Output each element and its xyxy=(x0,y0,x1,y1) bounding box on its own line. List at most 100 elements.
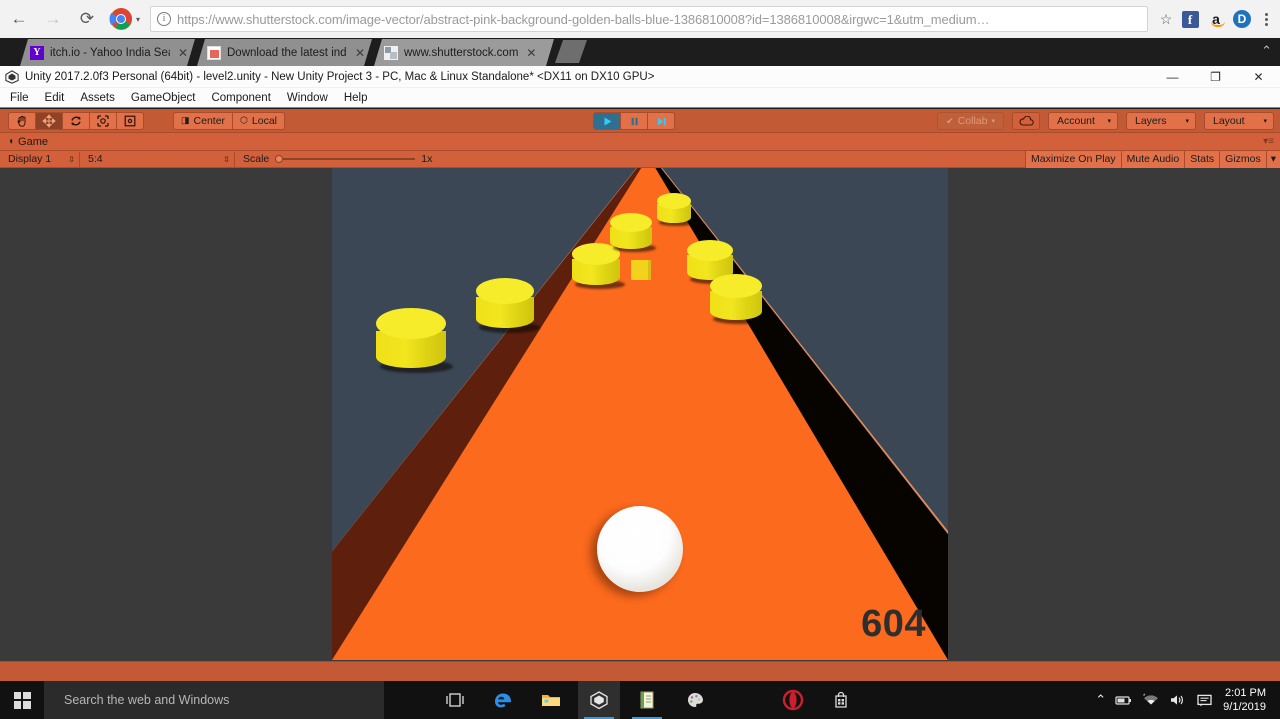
back-button[interactable]: ← xyxy=(4,4,34,34)
menu-gameobject[interactable]: GameObject xyxy=(123,88,204,108)
layers-label: Layers xyxy=(1135,115,1167,127)
pivot-label: Center xyxy=(194,115,226,127)
paint-button[interactable] xyxy=(674,681,716,719)
scale-label: Scale xyxy=(243,153,269,165)
battery-icon[interactable] xyxy=(1115,693,1133,707)
chrome-menu-icon[interactable] xyxy=(1256,7,1276,31)
rect-tool-button[interactable] xyxy=(116,112,144,130)
itch-favicon-icon xyxy=(207,46,221,60)
menu-assets[interactable]: Assets xyxy=(72,88,123,108)
screen-root: ← → ⟳ ▾ i https://www.shutterstock.com/i… xyxy=(0,0,1280,719)
scale-control[interactable]: Scale 1x xyxy=(235,153,432,165)
menu-component[interactable]: Component xyxy=(203,88,278,108)
tab-title: Download the latest indi xyxy=(227,47,347,59)
rotate-tool-button[interactable] xyxy=(62,112,90,130)
dashlane-glyph: D xyxy=(1233,10,1251,28)
file-explorer-button[interactable] xyxy=(530,681,572,719)
task-view-button[interactable] xyxy=(434,681,476,719)
close-button[interactable]: ✕ xyxy=(1237,66,1280,88)
move-tool-button[interactable] xyxy=(35,112,63,130)
gizmos-caret-icon[interactable]: ▾ xyxy=(1266,151,1280,168)
reload-button[interactable]: ⟳ xyxy=(72,4,102,34)
play-button[interactable] xyxy=(593,112,621,130)
facebook-extension-icon[interactable]: f xyxy=(1178,7,1202,31)
tab-close-icon[interactable]: ✕ xyxy=(524,46,538,60)
cylinder-obstacle xyxy=(572,243,620,285)
maximize-on-play-toggle[interactable]: Maximize On Play xyxy=(1025,151,1121,168)
edge-button[interactable] xyxy=(482,681,524,719)
bookmark-star-icon[interactable]: ☆ xyxy=(1154,7,1178,31)
tab-close-icon[interactable]: ✕ xyxy=(353,46,367,60)
chrome-profile-caret-icon[interactable]: ▾ xyxy=(136,15,140,24)
chevron-down-icon: ▾ xyxy=(1185,117,1189,125)
yahoo-favicon-icon: Y xyxy=(30,46,44,60)
browser-tab-3[interactable]: www.shutterstock.com ✕ xyxy=(374,39,554,66)
account-dropdown[interactable]: Account ▾ xyxy=(1048,112,1118,130)
gizmos-toggle[interactable]: Gizmos xyxy=(1219,151,1266,168)
unity-button[interactable] xyxy=(578,681,620,719)
display-dropdown[interactable]: Display 1 ⇳ xyxy=(0,152,80,167)
panel-options-icon[interactable]: ▾≡ xyxy=(1263,136,1274,147)
scale-slider[interactable] xyxy=(275,158,415,160)
updown-arrows-icon: ⇳ xyxy=(68,155,75,164)
minimize-button[interactable]: — xyxy=(1151,66,1194,88)
collab-button[interactable]: ✔ Collab ▾ xyxy=(937,112,1004,130)
hand-tool-button[interactable] xyxy=(8,112,36,130)
playback-controls xyxy=(594,112,675,130)
clock[interactable]: 2:01 PM 9/1/2019 xyxy=(1223,686,1272,714)
updown-arrows-icon: ⇳ xyxy=(223,155,230,164)
layers-dropdown[interactable]: Layers ▾ xyxy=(1126,112,1196,130)
store-button[interactable] xyxy=(820,681,862,719)
wifi-icon[interactable]: * xyxy=(1142,693,1160,707)
pause-button[interactable] xyxy=(620,112,648,130)
rotate-icon xyxy=(69,114,83,128)
unity-window-title: Unity 2017.2.0f3 Personal (64bit) - leve… xyxy=(25,71,654,83)
browser-tab-1[interactable]: Y itch.io - Yahoo India Sea ✕ xyxy=(20,39,195,66)
notepad-button[interactable] xyxy=(626,681,668,719)
game-canvas[interactable]: 604 xyxy=(332,168,948,660)
site-info-icon[interactable]: i xyxy=(157,12,171,26)
new-tab-button[interactable] xyxy=(555,40,587,63)
volume-icon[interactable] xyxy=(1169,693,1187,707)
game-view[interactable]: 604 xyxy=(0,168,1280,661)
space-mode-button[interactable]: ⬡ Local xyxy=(232,112,285,130)
stats-toggle[interactable]: Stats xyxy=(1184,151,1219,168)
action-center-icon[interactable] xyxy=(1196,693,1214,707)
obstacle-top xyxy=(657,193,691,209)
menu-edit[interactable]: Edit xyxy=(37,88,73,108)
step-button[interactable] xyxy=(647,112,675,130)
cylinder-obstacle xyxy=(376,308,446,368)
menu-window[interactable]: Window xyxy=(279,88,336,108)
layout-dropdown[interactable]: Layout ▾ xyxy=(1204,112,1274,130)
tray-expand-icon[interactable]: ⌃ xyxy=(1095,692,1106,708)
facebook-glyph: f xyxy=(1182,11,1199,28)
dashlane-extension-icon[interactable]: D xyxy=(1230,7,1254,31)
scale-value: 1x xyxy=(421,153,432,165)
menu-help[interactable]: Help xyxy=(336,88,376,108)
start-button[interactable] xyxy=(0,681,44,719)
scale-tool-button[interactable] xyxy=(89,112,117,130)
score-display: 604 xyxy=(861,603,926,646)
mute-audio-toggle[interactable]: Mute Audio xyxy=(1121,151,1185,168)
address-bar[interactable]: i https://www.shutterstock.com/image-vec… xyxy=(150,6,1148,32)
restore-button[interactable]: ❐ xyxy=(1194,66,1237,88)
tab-close-icon[interactable]: ✕ xyxy=(176,46,190,60)
aspect-ratio-dropdown[interactable]: 5:4 ⇳ xyxy=(80,152,235,167)
menu-file[interactable]: File xyxy=(0,88,37,108)
opera-button[interactable] xyxy=(772,681,814,719)
amazon-extension-icon[interactable]: a xyxy=(1204,7,1228,31)
taskbar-apps xyxy=(434,681,862,719)
forward-button[interactable]: → xyxy=(38,4,68,34)
search-input[interactable]: Search the web and Windows xyxy=(44,681,384,719)
collapse-chevron-icon[interactable]: ⌃ xyxy=(1261,43,1272,59)
pivot-space-group: ◨ Center ⬡ Local xyxy=(174,112,285,130)
cloud-services-button[interactable] xyxy=(1012,112,1040,130)
cylinder-obstacle xyxy=(710,274,762,320)
rect-transform-icon xyxy=(123,114,137,128)
tab-game[interactable]: ◖ Game xyxy=(0,133,56,151)
space-label: Local xyxy=(252,115,277,127)
step-icon xyxy=(655,115,668,128)
scale-slider-knob[interactable] xyxy=(275,155,283,163)
browser-tab-2[interactable]: Download the latest indi ✕ xyxy=(197,39,372,66)
pivot-mode-button[interactable]: ◨ Center xyxy=(173,112,233,130)
